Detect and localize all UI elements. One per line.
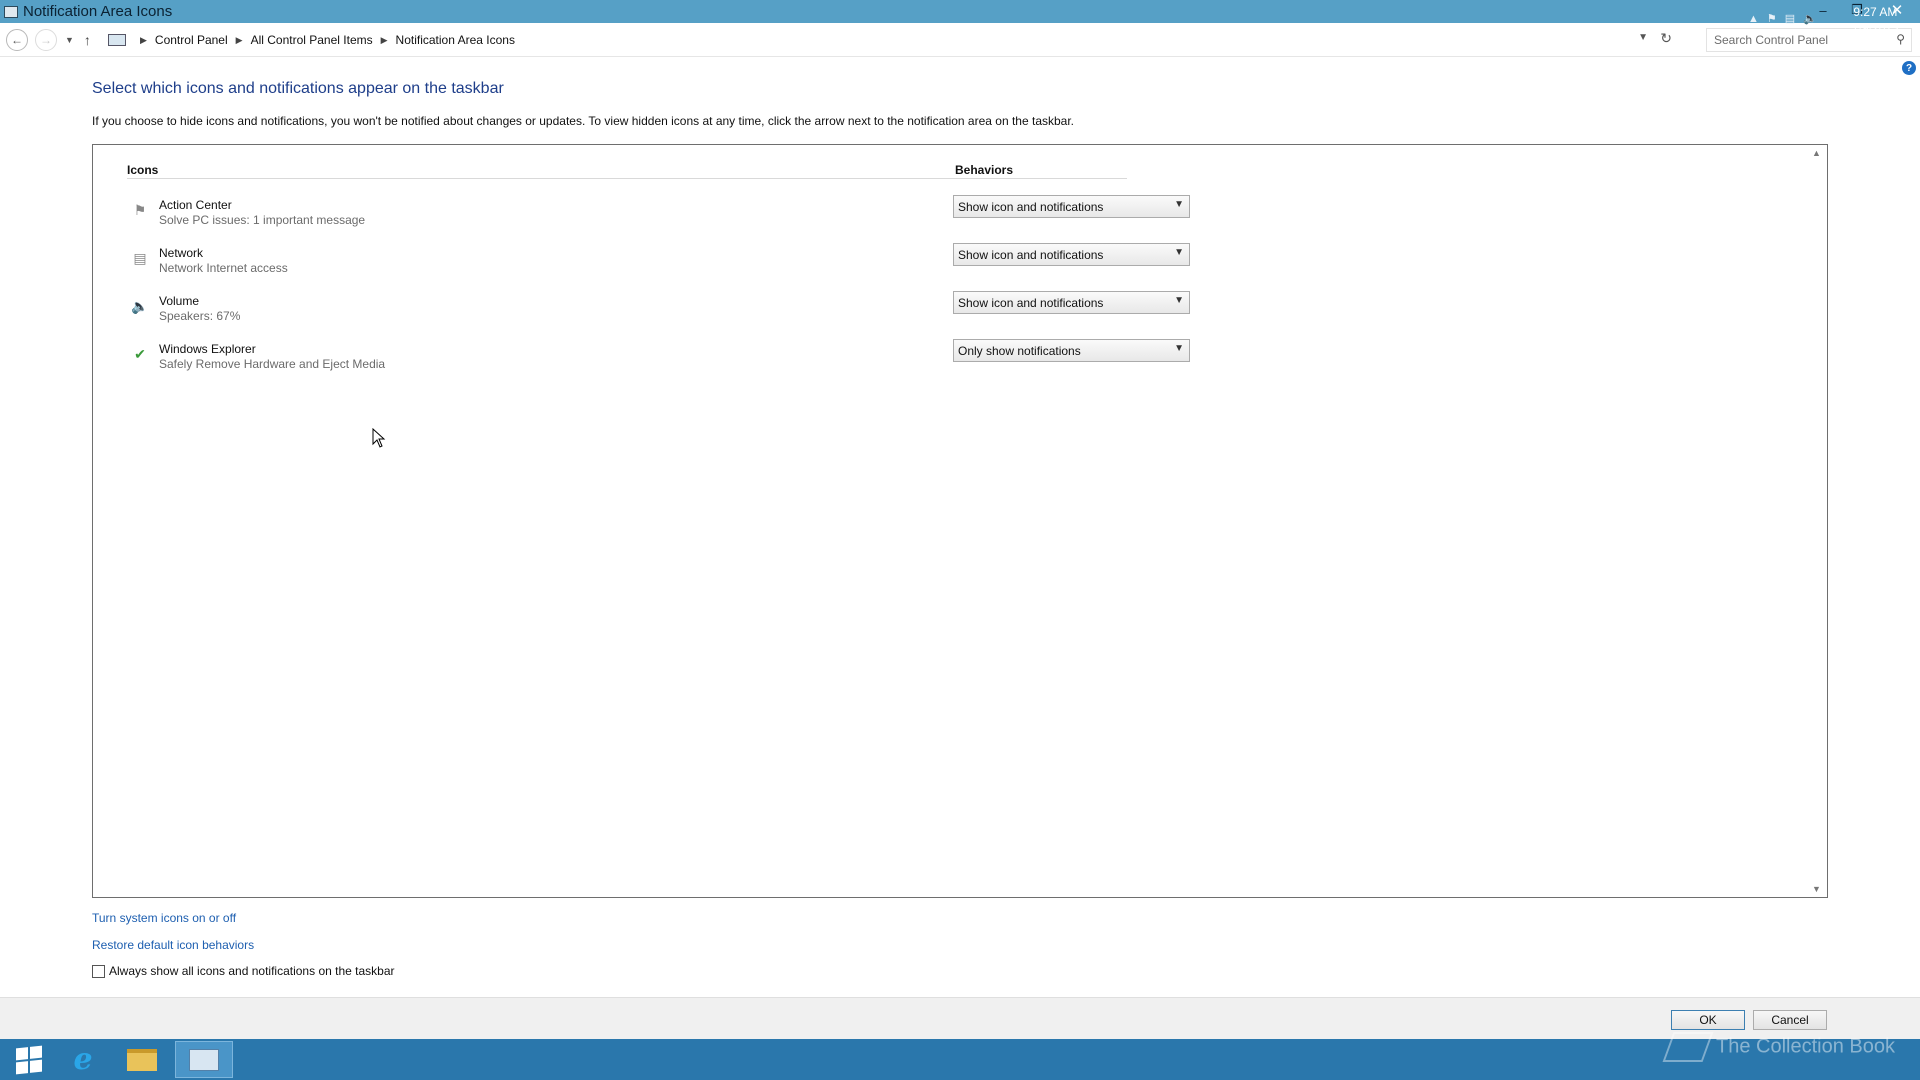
windows-logo-icon [16,1045,42,1074]
item-description: Solve PC issues: 1 important message [159,213,366,227]
item-description: Network Internet access [159,261,288,275]
up-button[interactable]: ↑ [84,32,91,48]
search-placeholder: Search Control Panel [1714,33,1829,47]
chevron-down-icon: ▼ [1174,343,1184,354]
clock-date: 7/9/2013 [1852,21,1899,35]
item-name: Action Center [159,198,232,212]
system-tray-icons[interactable]: ▲⚑▤🔈 [1748,12,1825,25]
checkbox-label[interactable]: Always show all icons and notifications … [109,964,395,978]
header-divider [127,178,1127,179]
icons-list-panel: Icons Behaviors ⚑ Action Center Solve PC… [92,144,1828,898]
control-panel-taskbar-button[interactable] [175,1041,233,1078]
always-show-all-checkbox[interactable] [92,964,105,978]
chevron-down-icon: ▼ [1174,295,1184,306]
breadcrumb-control-panel[interactable]: Control Panel [155,33,228,47]
always-show-all-checkbox-row[interactable]: Always show all icons and notifications … [92,964,395,978]
file-explorer-taskbar-button[interactable] [113,1041,171,1078]
list-item-volume: 🔈 Volume Speakers: 67% Show icon and not… [131,291,1231,334]
behavior-dropdown-action-center[interactable]: Show icon and notifications ▼ [953,195,1190,218]
breadcrumb-all-items[interactable]: All Control Panel Items [251,33,373,47]
start-button[interactable] [0,1041,58,1078]
scroll-up-icon[interactable]: ▲ [1812,148,1821,158]
behavior-dropdown-network[interactable]: Show icon and notifications ▼ [953,243,1190,266]
chevron-right-icon[interactable]: ▶ [381,35,388,46]
scroll-down-icon[interactable]: ▼ [1812,884,1821,894]
behavior-dropdown-volume[interactable]: Show icon and notifications ▼ [953,291,1190,314]
control-panel-app-icon [4,5,18,18]
forward-arrow-icon: → [40,32,52,47]
network-icon[interactable]: ▤ [1785,13,1803,25]
dropdown-value: Only show notifications [958,343,1081,358]
book-logo-icon [1662,1032,1714,1062]
cancel-button[interactable]: Cancel [1753,1010,1827,1030]
address-bar: ← → ▼ ↑ ▶ Control Panel ▶ All Control Pa… [0,23,1920,57]
watermark-text: The Collection Book [1716,1035,1895,1058]
list-item-action-center: ⚑ Action Center Solve PC issues: 1 impor… [131,195,1231,238]
forward-button[interactable]: → [35,28,57,51]
item-description: Speakers: 67% [159,309,241,323]
up-arrow-icon: ↑ [83,31,91,48]
item-name: Network [159,246,204,260]
breadcrumb[interactable]: ▶ Control Panel ▶ All Control Panel Item… [108,28,1680,52]
item-name: Volume [159,294,200,308]
chevron-right-icon[interactable]: ▶ [140,35,147,46]
back-button[interactable]: ← [6,28,28,51]
flag-icon: ⚑ [133,201,147,218]
refresh-button[interactable]: ↻ [1660,30,1672,47]
address-dropdown-button[interactable]: ▼ [1638,32,1648,43]
back-arrow-icon: ← [11,32,23,47]
speaker-icon[interactable]: 🔈 [1803,13,1825,25]
dropdown-value: Show icon and notifications [958,295,1104,310]
taskbar: e [0,1039,1920,1080]
recent-locations-button[interactable]: ▼ [65,35,74,45]
speaker-icon: 🔈 [131,297,149,314]
network-icon: ▤ [133,249,147,266]
taskbar-clock[interactable]: 9:27 AM 7/9/2013 [1852,4,1899,36]
internet-explorer-icon: e [73,1042,93,1077]
dropdown-value: Show icon and notifications [958,247,1104,262]
dialog-footer: OK Cancel [0,997,1920,1039]
page-description: If you choose to hide icons and notifica… [92,114,1075,128]
column-header-behaviors: Behaviors [955,163,1014,177]
watermark: The Collection Book [1662,1032,1895,1062]
column-header-icons: Icons [127,163,159,177]
list-item-windows-explorer: ✔ Windows Explorer Safely Remove Hardwar… [131,339,1231,382]
dropdown-value: Show icon and notifications [958,199,1104,214]
title-bar: Notification Area Icons – ❐ ✕ [0,0,1920,23]
item-name: Windows Explorer [159,342,256,356]
window-title: Notification Area Icons [23,3,173,20]
chevron-right-icon[interactable]: ▶ [236,35,243,46]
chevron-down-icon: ▼ [1174,247,1184,258]
clock-time: 9:27 AM [1853,5,1898,19]
breadcrumb-notification-area-icons[interactable]: Notification Area Icons [396,33,515,47]
show-hidden-icons-icon[interactable]: ▲ [1748,13,1767,25]
list-item-network: ▤ Network Network Internet access Show i… [131,243,1231,286]
chevron-down-icon: ▼ [1174,199,1184,210]
usb-eject-icon: ✔ [134,345,146,362]
item-description: Safely Remove Hardware and Eject Media [159,357,386,371]
computer-icon [108,34,126,46]
flag-icon[interactable]: ⚑ [1767,13,1785,25]
vertical-scrollbar[interactable]: ▲ ▼ [1809,146,1826,896]
turn-system-icons-link[interactable]: Turn system icons on or off [92,911,236,925]
restore-default-behaviors-link[interactable]: Restore default icon behaviors [92,938,254,952]
help-icon[interactable]: ? [1902,61,1916,75]
page-title: Select which icons and notifications app… [92,80,504,97]
control-panel-icon [189,1048,219,1071]
folder-icon [127,1048,157,1071]
internet-explorer-taskbar-button[interactable]: e [54,1041,112,1078]
ok-button[interactable]: OK [1671,1010,1745,1030]
behavior-dropdown-windows-explorer[interactable]: Only show notifications ▼ [953,339,1190,362]
